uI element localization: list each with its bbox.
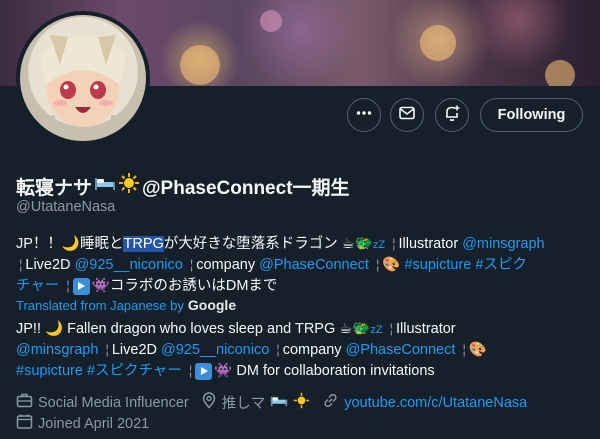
bio-line: @minsgraph ¦ Live2D @925__niconico ¦ compa…: [16, 339, 588, 360]
moon-icon: 🌙: [45, 321, 64, 337]
briefcase-icon: [16, 392, 33, 413]
play-icon: [195, 362, 213, 380]
bio-text: コラボのお誘いはDMまで: [109, 278, 278, 294]
palette-icon: 🎨: [468, 342, 487, 358]
separator: ¦: [392, 236, 396, 251]
separator: ¦: [462, 342, 466, 357]
bio-line: JP！！🌙睡眠とTRPGが大好きな堕落系ドラゴン ☕🐲zZ ¦ Illustrat…: [16, 233, 588, 254]
hashtag-link[interactable]: #スピクチャー: [87, 363, 182, 379]
separator: ¦: [19, 257, 23, 272]
hashtag-link[interactable]: #スピク: [475, 257, 527, 273]
bio-text: JP！！: [16, 236, 62, 252]
bio-text: DM for collaboration invitations: [236, 363, 435, 379]
separator: ¦: [276, 342, 280, 357]
mail-icon: [398, 104, 416, 127]
separator: ¦: [188, 363, 193, 378]
hashtag-link[interactable]: #supicture: [16, 363, 83, 379]
calendar-icon: [16, 413, 33, 434]
bio-line: チャー ¦ 👾コラボのお誘いはDMまで: [16, 275, 588, 296]
display-name-suffix: @PhaseConnect一期生: [142, 177, 350, 199]
mention-link[interactable]: @minsgraph: [16, 342, 98, 358]
google-logo: Google: [187, 297, 237, 313]
profile-meta-joined: Joined April 2021: [16, 413, 588, 434]
bio-text: Live2D: [111, 342, 157, 358]
display-name-text: 転寝ナサ: [16, 177, 93, 199]
coffee-icon: ☕: [341, 236, 355, 252]
bio-text: company: [196, 257, 256, 273]
bio-text: Live2D: [25, 257, 71, 273]
more-icon: [355, 104, 373, 127]
hashtag-link[interactable]: #supicture: [404, 257, 471, 273]
alien-monster-icon: 👾: [214, 363, 233, 379]
dragon-face-icon: 🐲: [354, 236, 373, 252]
palette-icon: 🎨: [382, 257, 401, 273]
bio-text: JP!!: [16, 321, 41, 337]
user-handle: @UtataneNasa: [16, 199, 116, 215]
category-item: Social Media Influencer: [16, 392, 189, 413]
play-icon: [72, 277, 90, 295]
translation-text: Translated from Japanese by: [16, 297, 184, 313]
following-button[interactable]: Following: [480, 98, 583, 132]
bio-original: JP！！🌙睡眠とTRPGが大好きな堕落系ドラゴン ☕🐲zZ ¦ Illustrat…: [16, 233, 588, 296]
message-button[interactable]: [390, 98, 424, 132]
bell-plus-icon: [443, 104, 461, 127]
separator: ¦: [66, 278, 70, 293]
mention-link[interactable]: @925__niconico: [161, 342, 269, 358]
mention-link[interactable]: @925__niconico: [75, 257, 183, 273]
mention-link[interactable]: @PhaseConnect: [259, 257, 369, 273]
mention-link[interactable]: @minsgraph: [462, 236, 544, 252]
translation-label[interactable]: Translated from Japanese by Google: [16, 297, 236, 313]
display-name: 転寝ナサ @PhaseConnect一期生: [16, 172, 350, 200]
sun-icon: [118, 172, 140, 200]
category-text: Social Media Influencer: [38, 394, 189, 411]
bed-icon: [94, 175, 116, 197]
separator: ¦: [375, 257, 380, 272]
website-item: youtube.com/c/UtataneNasa: [322, 392, 527, 413]
bio-line: JP!! 🌙 Fallen dragon who loves sleep and…: [16, 318, 588, 339]
bio-text: Illustrator: [398, 236, 459, 252]
notify-button[interactable]: [435, 98, 469, 132]
location-text: 推しマ: [221, 396, 266, 412]
bio-line: ¦ Live2D @925__niconico ¦ company @PhaseCo…: [16, 254, 588, 275]
mention-link[interactable]: @PhaseConnect: [346, 342, 456, 358]
sun-icon: [293, 392, 310, 413]
separator: ¦: [189, 257, 194, 272]
sleep-icon: zZ: [370, 324, 383, 336]
location-pin-icon: [201, 392, 217, 413]
bio-highlight: TRPG: [123, 236, 164, 252]
coffee-icon: ☕: [339, 321, 353, 337]
bed-icon: [270, 394, 288, 411]
profile-meta: Social Media Influencer 推しマ youtube.com/…: [16, 392, 588, 413]
bio-text: 睡眠と: [79, 236, 124, 252]
bio-line: #supicture #スピクチャー ¦ 👾 DM for collaborati…: [16, 360, 588, 381]
location-item: 推しマ: [201, 392, 311, 413]
link-icon: [322, 392, 339, 413]
bio-text: company: [282, 342, 342, 358]
bio-translated: JP!! 🌙 Fallen dragon who loves sleep and…: [16, 318, 588, 381]
alien-monster-icon: 👾: [91, 278, 110, 294]
bio-text: Fallen dragon who loves sleep and TRPG: [67, 321, 336, 337]
bio-text: Illustrator: [396, 321, 456, 337]
joined-item: Joined April 2021: [16, 413, 149, 434]
hashtag-link[interactable]: チャー: [16, 278, 59, 294]
joined-text: Joined April 2021: [38, 415, 150, 432]
separator: ¦: [105, 342, 109, 357]
more-button[interactable]: [347, 98, 381, 132]
profile-actions: Following: [0, 98, 600, 134]
moon-icon: 🌙: [61, 236, 80, 252]
website-link[interactable]: youtube.com/c/UtataneNasa: [344, 395, 527, 411]
sleep-icon: zZ: [372, 239, 386, 251]
dragon-face-icon: 🐲: [352, 321, 371, 337]
bio-text: が大好きな堕落系ドラゴン: [163, 236, 338, 252]
separator: ¦: [389, 321, 393, 336]
